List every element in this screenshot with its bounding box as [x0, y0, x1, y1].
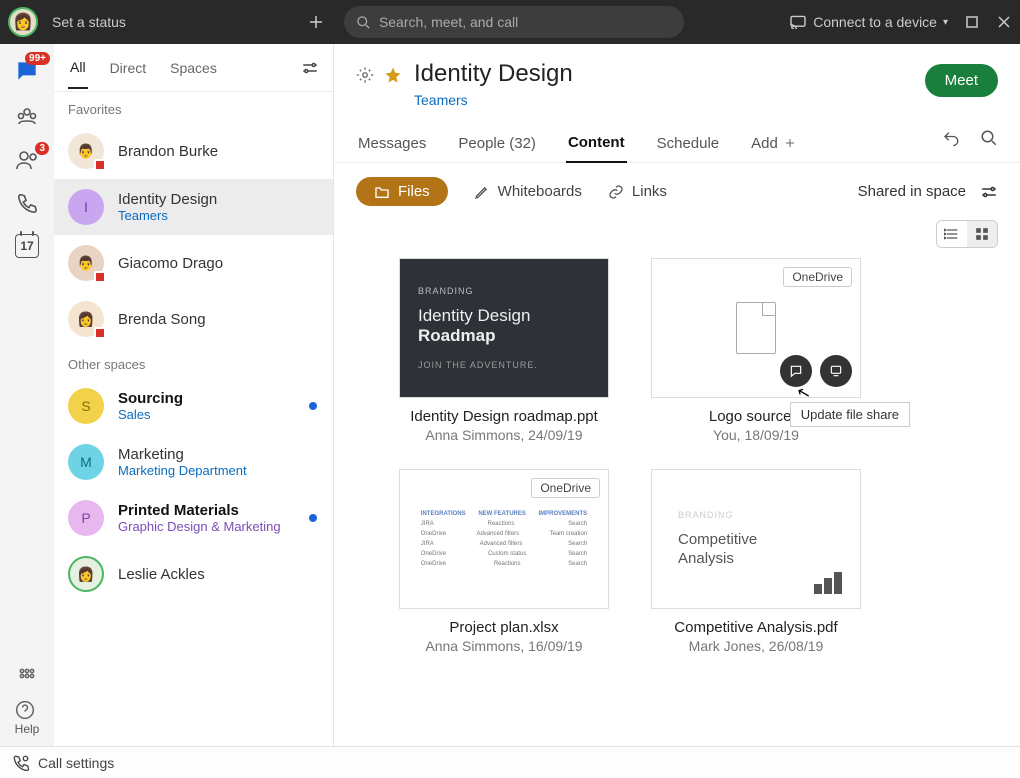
cast-button[interactable]: Connect to a device ▾	[789, 14, 948, 30]
nav-rail: 99+ 3 17 Help	[0, 44, 54, 746]
nav-calendar[interactable]: 17	[15, 234, 39, 258]
nav-contacts[interactable]: 3	[15, 148, 39, 172]
view-grid[interactable]	[967, 221, 997, 247]
file-card-roadmap[interactable]: BRANDING Identity DesignRoadmap JOIN THE…	[394, 258, 614, 443]
onedrive-badge: OneDrive	[783, 267, 852, 287]
pencil-icon	[474, 184, 490, 200]
sidebar-item-leslie[interactable]: 👩 Leslie Ackles	[54, 546, 333, 602]
star-icon[interactable]	[384, 66, 402, 84]
unread-dot	[309, 514, 317, 522]
nav-teams[interactable]	[15, 104, 39, 128]
sidebar-item-marketing[interactable]: M Marketing Marketing Department	[54, 434, 333, 490]
file-thumb: BRANDING Competitive Analysis	[651, 469, 861, 609]
search-placeholder: Search, meet, and call	[379, 14, 518, 30]
restore-button[interactable]	[964, 14, 980, 30]
file-thumb: BRANDING Identity DesignRoadmap JOIN THE…	[399, 258, 609, 398]
sidebar-item-identity-design[interactable]: I Identity Design Teamers	[54, 179, 333, 235]
tab-messages[interactable]: Messages	[356, 125, 428, 162]
plus-icon	[784, 137, 796, 149]
unread-dot	[309, 402, 317, 410]
file-meta: Mark Jones, 26/08/19	[689, 638, 824, 654]
nav-help[interactable]: Help	[15, 700, 40, 736]
file-name: Project plan.xlsx	[449, 619, 558, 636]
folder-icon	[374, 185, 390, 199]
tab-schedule[interactable]: Schedule	[655, 125, 722, 162]
file-meta: You, 18/09/19	[713, 427, 799, 443]
comment-button[interactable]	[780, 355, 812, 387]
link-icon	[608, 184, 624, 200]
document-icon	[736, 302, 776, 354]
section-other: Other spaces	[54, 347, 333, 378]
phone-settings-icon[interactable]	[12, 754, 30, 772]
tab-content[interactable]: Content	[566, 124, 627, 163]
filter-whiteboards[interactable]: Whiteboards	[474, 183, 582, 200]
add-icon[interactable]	[306, 12, 326, 32]
file-name: Competitive Analysis.pdf	[674, 619, 837, 636]
view-list[interactable]	[937, 221, 967, 247]
section-favorites: Favorites	[54, 92, 333, 123]
avatar[interactable]: 👩	[8, 7, 38, 37]
filter-links[interactable]: Links	[608, 183, 667, 200]
nav-apps[interactable]	[17, 666, 37, 686]
file-name: Identity Design roadmap.ppt	[410, 408, 598, 425]
calendar-icon: 17	[15, 234, 39, 258]
tooltip: Update file share	[790, 402, 910, 427]
sidebar-item-brenda[interactable]: 👩 Brenda Song	[54, 291, 333, 347]
file-meta: Anna Simmons, 24/09/19	[425, 427, 582, 443]
tab-people[interactable]: People (32)	[456, 125, 538, 162]
chat-badge: 99+	[25, 52, 50, 65]
search-content-icon[interactable]	[980, 129, 998, 147]
settings-icon[interactable]	[356, 66, 374, 84]
sidebar-tab-spaces[interactable]: Spaces	[168, 48, 219, 88]
sidebar: All Direct Spaces Favorites 👨 Brandon Bu…	[54, 44, 334, 746]
bars-icon	[814, 572, 842, 594]
share-button[interactable]	[820, 355, 852, 387]
sidebar-item-brandon[interactable]: 👨 Brandon Burke	[54, 123, 333, 179]
onedrive-badge: OneDrive	[531, 478, 600, 498]
shared-in-space-label[interactable]: Shared in space	[858, 183, 966, 200]
main-content: Identity Design Teamers Meet Messages Pe…	[334, 44, 1020, 746]
tune-icon[interactable]	[980, 185, 998, 199]
call-settings-label[interactable]: Call settings	[38, 755, 114, 771]
contacts-badge: 3	[35, 142, 49, 155]
tab-add[interactable]: Add	[749, 125, 798, 162]
search-input[interactable]: Search, meet, and call	[344, 6, 684, 38]
file-card-logo[interactable]: OneDrive ↖ Update file share Logo source…	[646, 258, 866, 443]
sidebar-item-printed[interactable]: P Printed Materials Graphic Design & Mar…	[54, 490, 333, 546]
meet-button[interactable]: Meet	[925, 64, 998, 97]
file-meta: Anna Simmons, 16/09/19	[425, 638, 582, 654]
close-button[interactable]	[996, 14, 1012, 30]
sidebar-item-sourcing[interactable]: S Sourcing Sales	[54, 378, 333, 434]
page-title: Identity Design	[414, 60, 573, 88]
titlebar: 👩 Set a status Search, meet, and call Co…	[0, 0, 1020, 44]
page-subtitle[interactable]: Teamers	[414, 92, 573, 108]
sidebar-item-giacomo[interactable]: 👨 Giacomo Drago	[54, 235, 333, 291]
sidebar-tab-all[interactable]: All	[68, 47, 88, 89]
file-card-plan[interactable]: OneDrive INTEGRATIONSNEW FEATURESIMPROVE…	[394, 469, 614, 654]
status-text[interactable]: Set a status	[52, 14, 126, 30]
view-toggle	[936, 220, 998, 248]
cast-icon	[789, 15, 807, 29]
nav-chat[interactable]: 99+	[14, 58, 40, 84]
file-thumb: OneDrive ↖ Update file share	[651, 258, 861, 398]
filter-files[interactable]: Files	[356, 177, 448, 206]
search-icon	[356, 15, 371, 30]
sidebar-tab-direct[interactable]: Direct	[108, 48, 149, 88]
file-thumb: OneDrive INTEGRATIONSNEW FEATURESIMPROVE…	[399, 469, 609, 609]
expand-icon[interactable]	[942, 129, 960, 147]
footer: Call settings	[0, 746, 1020, 778]
file-card-comp[interactable]: BRANDING Competitive Analysis Competitiv…	[646, 469, 866, 654]
filter-icon[interactable]	[301, 61, 319, 75]
nav-calls[interactable]	[16, 192, 38, 214]
